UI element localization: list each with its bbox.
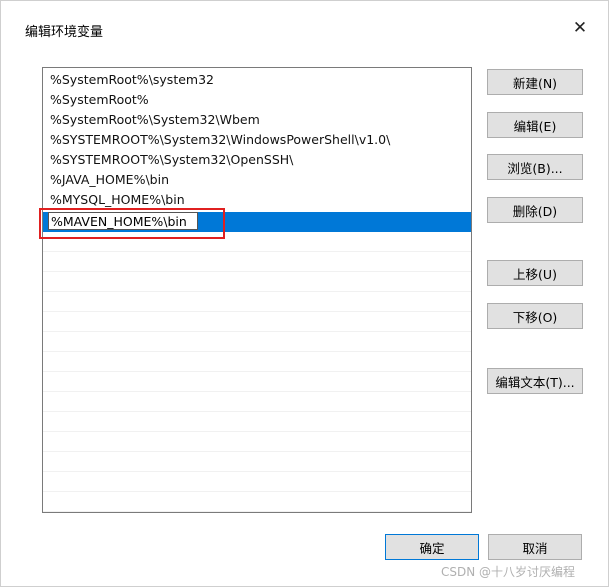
empty-row: [43, 372, 471, 392]
move-down-button[interactable]: 下移(O): [487, 303, 583, 329]
browse-button[interactable]: 浏览(B)...: [487, 154, 583, 180]
move-up-button[interactable]: 上移(U): [487, 260, 583, 286]
edit-button[interactable]: 编辑(E): [487, 112, 583, 138]
empty-row: [43, 292, 471, 312]
list-item[interactable]: %MYSQL_HOME%\bin: [43, 190, 471, 210]
list-item[interactable]: %SYSTEMROOT%\System32\WindowsPowerShell\…: [43, 130, 471, 150]
watermark-text: CSDN @十八岁讨厌编程: [441, 565, 576, 579]
list-item[interactable]: %SystemRoot%: [43, 90, 471, 110]
dialog-title: 编辑环境变量: [25, 25, 104, 40]
edit-env-var-dialog: 编辑环境变量 ✕ %SystemRoot%\system32 %SystemRo…: [0, 0, 609, 587]
empty-row: [43, 272, 471, 292]
empty-row: [43, 252, 471, 272]
path-list[interactable]: %SystemRoot%\system32 %SystemRoot% %Syst…: [42, 67, 472, 513]
path-edit-input[interactable]: [48, 212, 198, 230]
empty-row: [43, 412, 471, 432]
cancel-button[interactable]: 取消: [488, 534, 582, 560]
list-item[interactable]: %SystemRoot%\system32: [43, 70, 471, 90]
edit-text-button[interactable]: 编辑文本(T)...: [487, 368, 583, 394]
empty-row: [43, 332, 471, 352]
list-item-selected[interactable]: [43, 212, 471, 232]
empty-row: [43, 392, 471, 412]
list-item[interactable]: %JAVA_HOME%\bin: [43, 170, 471, 190]
ok-button[interactable]: 确定: [385, 534, 479, 560]
empty-row: [43, 432, 471, 452]
empty-row: [43, 452, 471, 472]
delete-button[interactable]: 删除(D): [487, 197, 583, 223]
empty-row: [43, 312, 471, 332]
list-item[interactable]: %SYSTEMROOT%\System32\OpenSSH\: [43, 150, 471, 170]
empty-row: [43, 472, 471, 492]
new-button[interactable]: 新建(N): [487, 69, 583, 95]
list-item[interactable]: %SystemRoot%\System32\Wbem: [43, 110, 471, 130]
empty-row: [43, 352, 471, 372]
empty-row: [43, 232, 471, 252]
close-icon[interactable]: ✕: [567, 15, 593, 41]
empty-row: [43, 492, 471, 512]
